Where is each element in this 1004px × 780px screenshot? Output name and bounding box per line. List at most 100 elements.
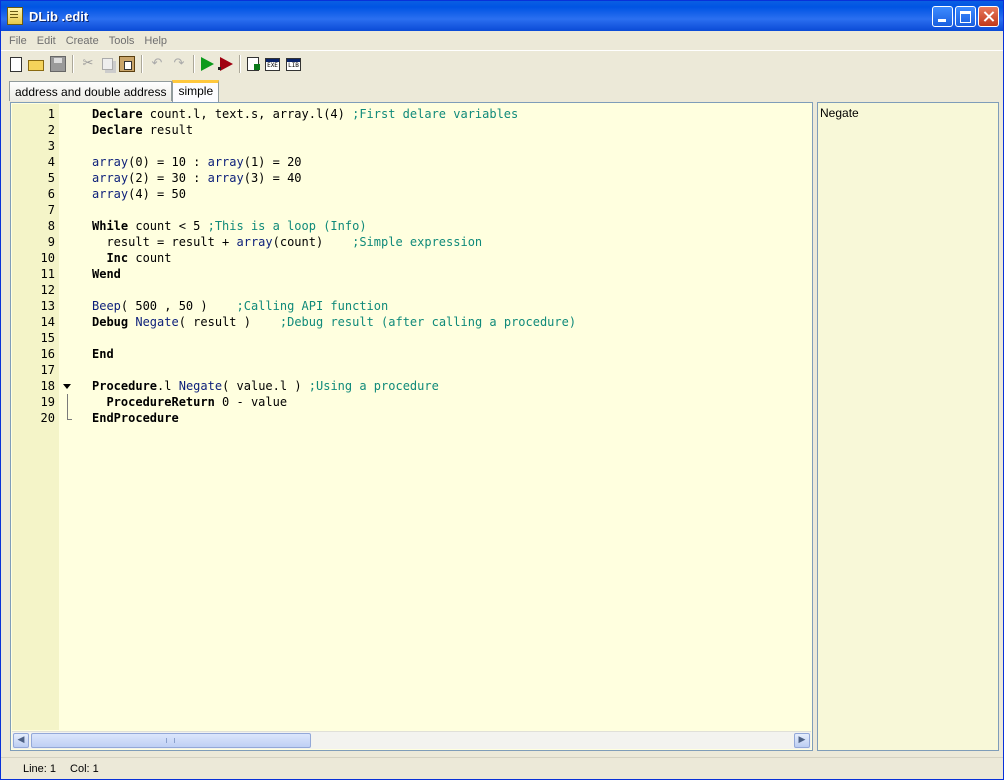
- code-lines[interactable]: 1 Declare count.l, text.s, array.l(4) ;Fi…: [12, 106, 812, 426]
- maximize-button[interactable]: [955, 6, 976, 27]
- code-text: Declare count.l, text.s, array.l(4) ;Fir…: [92, 106, 518, 122]
- code-line[interactable]: 10 Inc count: [12, 250, 812, 266]
- code-function: Negate: [135, 315, 179, 329]
- code-keyword: Declare: [92, 123, 143, 137]
- title-bar[interactable]: DLib .edit: [1, 1, 1003, 31]
- menu-tools[interactable]: Tools: [104, 35, 140, 47]
- code-keyword: Inc: [106, 251, 129, 265]
- scroll-right-button[interactable]: ▶: [794, 733, 810, 748]
- code-line[interactable]: 9 result = result + array(count) ;Simple…: [12, 234, 812, 250]
- code-keyword: While: [92, 219, 129, 233]
- code-line[interactable]: 7: [12, 202, 812, 218]
- code-line[interactable]: 17: [12, 362, 812, 378]
- code-line[interactable]: 15: [12, 330, 812, 346]
- code-text: Inc count: [92, 250, 171, 266]
- line-number: 1: [47, 107, 55, 121]
- code-function: Negate: [178, 379, 223, 393]
- code-token: ( result ): [178, 315, 280, 329]
- code-token: count.l, text.s, array.l(4): [142, 107, 353, 121]
- code-text: Beep( 500 , 50 ) ;Calling API function: [92, 298, 388, 314]
- code-text: Declare result: [92, 122, 193, 138]
- code-function: array: [207, 155, 244, 169]
- code-line[interactable]: 6 array(4) = 50: [12, 186, 812, 202]
- compile-icon[interactable]: [247, 57, 260, 71]
- toolbar: ✂ ↶ ↷ EXE LIB: [1, 52, 1003, 76]
- code-editor[interactable]: 1 Declare count.l, text.s, array.l(4) ;Fi…: [10, 102, 813, 751]
- menu-edit[interactable]: Edit: [32, 35, 61, 47]
- line-number: 12: [40, 283, 55, 297]
- tab-address-and-double-address[interactable]: address and double address: [9, 81, 173, 101]
- scroll-left-button[interactable]: ◀: [13, 733, 29, 748]
- scroll-thumb[interactable]: [31, 733, 311, 748]
- line-number: 11: [40, 267, 55, 281]
- menu-help[interactable]: Help: [139, 35, 172, 47]
- code-line[interactable]: 8 While count < 5 ;This is a loop (Info): [12, 218, 812, 234]
- code-token: .l: [157, 379, 179, 393]
- code-token: count < 5: [128, 219, 208, 233]
- line-number: 14: [40, 315, 55, 329]
- create-lib-icon[interactable]: LIB: [286, 57, 301, 71]
- code-token: 0 - value: [214, 395, 288, 409]
- status-col: Col: 1: [70, 763, 99, 775]
- save-icon[interactable]: [50, 56, 66, 72]
- fold-guide: [62, 410, 72, 426]
- open-folder-icon[interactable]: [28, 60, 44, 71]
- paste-icon[interactable]: [119, 56, 135, 72]
- toolbar-separator: [72, 55, 74, 73]
- toolbar-separator: [193, 55, 195, 73]
- code-line[interactable]: 3: [12, 138, 812, 154]
- line-number: 2: [47, 123, 55, 137]
- code-keyword: End: [92, 347, 114, 361]
- window-controls: [932, 6, 999, 27]
- code-token: ( 500 , 50 ): [120, 299, 237, 313]
- code-token: ( value.l ): [222, 379, 309, 393]
- tab-simple[interactable]: simple: [172, 80, 220, 102]
- cut-icon[interactable]: ✂: [80, 56, 96, 72]
- line-number: 5: [47, 171, 55, 185]
- code-token: (0) = 10 :: [128, 155, 208, 169]
- status-line: Line: 1: [23, 763, 57, 775]
- code-line[interactable]: 18 Procedure.l Negate( value.l ) ;Using a…: [12, 378, 812, 394]
- code-line[interactable]: 2 Declare result: [12, 122, 812, 138]
- line-number: 19: [40, 395, 55, 409]
- redo-icon[interactable]: ↷: [171, 56, 187, 72]
- code-text: End: [92, 346, 114, 362]
- code-comment: ;Debug result (after calling a procedure…: [279, 315, 577, 329]
- code-line[interactable]: 20 EndProcedure: [12, 410, 812, 426]
- code-line[interactable]: 12: [12, 282, 812, 298]
- menu-create[interactable]: Create: [61, 35, 104, 47]
- debug-run-icon[interactable]: [218, 57, 233, 71]
- code-text: array(4) = 50: [92, 186, 186, 202]
- app-window: DLib .edit File Edit Create Tools Help ✂…: [0, 0, 1004, 780]
- code-text: array(0) = 10 : array(1) = 20: [92, 154, 302, 170]
- code-line[interactable]: 19 ProcedureReturn 0 - value: [12, 394, 812, 410]
- code-token: (2) = 30 :: [128, 171, 208, 185]
- close-button[interactable]: [978, 6, 999, 27]
- minimize-button[interactable]: [932, 6, 953, 27]
- code-text: Procedure.l Negate( value.l ) ;Using a p…: [92, 378, 439, 394]
- menu-bar: File Edit Create Tools Help: [1, 31, 1003, 51]
- undo-icon[interactable]: ↶: [149, 56, 165, 72]
- code-text: Debug Negate( result ) ;Debug result (af…: [92, 314, 576, 330]
- new-file-icon[interactable]: [10, 56, 22, 72]
- line-number: 6: [47, 187, 55, 201]
- create-exe-icon[interactable]: EXE: [265, 57, 280, 71]
- line-number: 15: [40, 331, 55, 345]
- line-number: 20: [40, 411, 55, 425]
- code-line[interactable]: 5 array(2) = 30 : array(3) = 40: [12, 170, 812, 186]
- code-line[interactable]: 11 Wend: [12, 266, 812, 282]
- procedure-item-negate[interactable]: Negate: [820, 106, 859, 120]
- code-line[interactable]: 13 Beep( 500 , 50 ) ;Calling API function: [12, 298, 812, 314]
- code-line[interactable]: 4 array(0) = 10 : array(1) = 20: [12, 154, 812, 170]
- menu-file[interactable]: File: [4, 35, 32, 47]
- code-comment: ;Simple expression: [352, 235, 483, 249]
- copy-icon[interactable]: [102, 58, 113, 70]
- horizontal-scrollbar[interactable]: ◀ ▶: [12, 731, 811, 749]
- fold-toggle-icon[interactable]: [62, 378, 72, 394]
- code-line[interactable]: 1 Declare count.l, text.s, array.l(4) ;Fi…: [12, 106, 812, 122]
- code-line[interactable]: 16 End: [12, 346, 812, 362]
- run-icon[interactable]: [201, 57, 214, 71]
- line-number: 18: [40, 379, 55, 393]
- file-tabs: address and double address simple: [9, 79, 220, 102]
- code-line[interactable]: 14 Debug Negate( result ) ;Debug result (…: [12, 314, 812, 330]
